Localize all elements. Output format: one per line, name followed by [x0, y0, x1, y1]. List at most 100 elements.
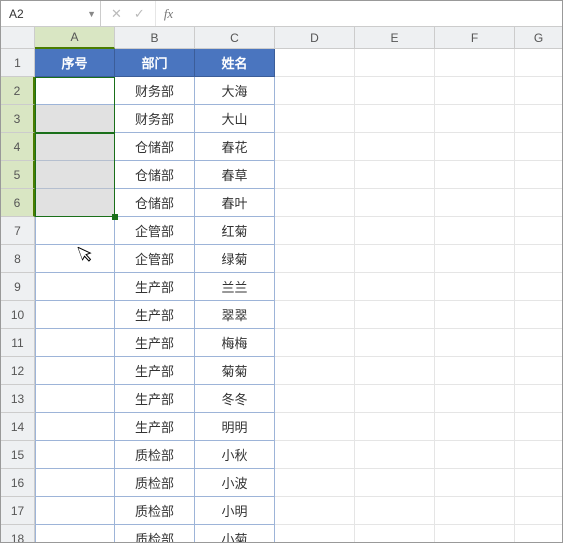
col-header-E[interactable]: E: [355, 27, 435, 49]
cell-G11[interactable]: [515, 329, 562, 357]
cell-A17[interactable]: [35, 497, 115, 525]
cell-E8[interactable]: [355, 245, 435, 273]
cell-B10[interactable]: 生产部: [115, 301, 195, 329]
col-header-F[interactable]: F: [435, 27, 515, 49]
cell-D15[interactable]: [275, 441, 355, 469]
cell-F16[interactable]: [435, 469, 515, 497]
row-header-6[interactable]: 6: [1, 189, 35, 217]
row-header-10[interactable]: 10: [1, 301, 35, 329]
cell-B16[interactable]: 质检部: [115, 469, 195, 497]
cell-B14[interactable]: 生产部: [115, 413, 195, 441]
cell-B5[interactable]: 仓储部: [115, 161, 195, 189]
cell-C8[interactable]: 绿菊: [195, 245, 275, 273]
cell-E11[interactable]: [355, 329, 435, 357]
cell-B15[interactable]: 质检部: [115, 441, 195, 469]
cell-C15[interactable]: 小秋: [195, 441, 275, 469]
cell-D8[interactable]: [275, 245, 355, 273]
cell-G1[interactable]: [515, 49, 562, 77]
cell-C2[interactable]: 大海: [195, 77, 275, 105]
cell-D4[interactable]: [275, 133, 355, 161]
cell-G2[interactable]: [515, 77, 562, 105]
cell-F17[interactable]: [435, 497, 515, 525]
cell-A5[interactable]: [35, 161, 115, 189]
cell-C7[interactable]: 红菊: [195, 217, 275, 245]
row-header-8[interactable]: 8: [1, 245, 35, 273]
row-header-17[interactable]: 17: [1, 497, 35, 525]
row-header-3[interactable]: 3: [1, 105, 35, 133]
col-header-D[interactable]: D: [275, 27, 355, 49]
cell-D9[interactable]: [275, 273, 355, 301]
cell-C9[interactable]: 兰兰: [195, 273, 275, 301]
cell-F6[interactable]: [435, 189, 515, 217]
row-header-2[interactable]: 2: [1, 77, 35, 105]
row-header-12[interactable]: 12: [1, 357, 35, 385]
cell-E9[interactable]: [355, 273, 435, 301]
cell-G16[interactable]: [515, 469, 562, 497]
cell-C12[interactable]: 菊菊: [195, 357, 275, 385]
cell-F9[interactable]: [435, 273, 515, 301]
cell-D17[interactable]: [275, 497, 355, 525]
row-header-14[interactable]: 14: [1, 413, 35, 441]
row-header-1[interactable]: 1: [1, 49, 35, 77]
cell-E3[interactable]: [355, 105, 435, 133]
cell-A14[interactable]: [35, 413, 115, 441]
cell-B3[interactable]: 财务部: [115, 105, 195, 133]
cell-G4[interactable]: [515, 133, 562, 161]
cell-F10[interactable]: [435, 301, 515, 329]
cell-F3[interactable]: [435, 105, 515, 133]
cell-F8[interactable]: [435, 245, 515, 273]
cell-B4[interactable]: 仓储部: [115, 133, 195, 161]
cell-G13[interactable]: [515, 385, 562, 413]
cell-B11[interactable]: 生产部: [115, 329, 195, 357]
cell-D7[interactable]: [275, 217, 355, 245]
cell-B2[interactable]: 财务部: [115, 77, 195, 105]
spreadsheet[interactable]: ABCDEFG 123456789101112131415161718 序号部门…: [1, 27, 562, 542]
cell-F15[interactable]: [435, 441, 515, 469]
cell-A7[interactable]: [35, 217, 115, 245]
cell-E16[interactable]: [355, 469, 435, 497]
cell-F5[interactable]: [435, 161, 515, 189]
cell-C18[interactable]: 小菊: [195, 525, 275, 542]
cell-F1[interactable]: [435, 49, 515, 77]
cell-B13[interactable]: 生产部: [115, 385, 195, 413]
cell-grid[interactable]: 序号部门姓名财务部大海财务部大山仓储部春花仓储部春草仓储部春叶企管部红菊企管部绿…: [35, 49, 562, 542]
cell-E17[interactable]: [355, 497, 435, 525]
cell-E12[interactable]: [355, 357, 435, 385]
cell-A18[interactable]: [35, 525, 115, 542]
cell-F11[interactable]: [435, 329, 515, 357]
cell-D6[interactable]: [275, 189, 355, 217]
cell-B12[interactable]: 生产部: [115, 357, 195, 385]
cell-A6[interactable]: [35, 189, 115, 217]
cell-C13[interactable]: 冬冬: [195, 385, 275, 413]
cell-E13[interactable]: [355, 385, 435, 413]
cell-E15[interactable]: [355, 441, 435, 469]
cell-G5[interactable]: [515, 161, 562, 189]
cell-E10[interactable]: [355, 301, 435, 329]
cell-D14[interactable]: [275, 413, 355, 441]
cell-E5[interactable]: [355, 161, 435, 189]
cell-A9[interactable]: [35, 273, 115, 301]
cell-B7[interactable]: 企管部: [115, 217, 195, 245]
cell-C16[interactable]: 小波: [195, 469, 275, 497]
cell-C4[interactable]: 春花: [195, 133, 275, 161]
cell-G3[interactable]: [515, 105, 562, 133]
row-header-13[interactable]: 13: [1, 385, 35, 413]
cell-G9[interactable]: [515, 273, 562, 301]
cell-C11[interactable]: 梅梅: [195, 329, 275, 357]
cell-G6[interactable]: [515, 189, 562, 217]
cell-G8[interactable]: [515, 245, 562, 273]
cell-D13[interactable]: [275, 385, 355, 413]
cell-D18[interactable]: [275, 525, 355, 542]
cell-D16[interactable]: [275, 469, 355, 497]
cell-E6[interactable]: [355, 189, 435, 217]
cell-B9[interactable]: 生产部: [115, 273, 195, 301]
cell-D5[interactable]: [275, 161, 355, 189]
cell-A10[interactable]: [35, 301, 115, 329]
cell-A12[interactable]: [35, 357, 115, 385]
col-header-A[interactable]: A: [35, 27, 115, 49]
cell-C5[interactable]: 春草: [195, 161, 275, 189]
cell-B6[interactable]: 仓储部: [115, 189, 195, 217]
cell-C10[interactable]: 翠翠: [195, 301, 275, 329]
name-box[interactable]: A2 ▼: [1, 1, 101, 27]
cell-D11[interactable]: [275, 329, 355, 357]
